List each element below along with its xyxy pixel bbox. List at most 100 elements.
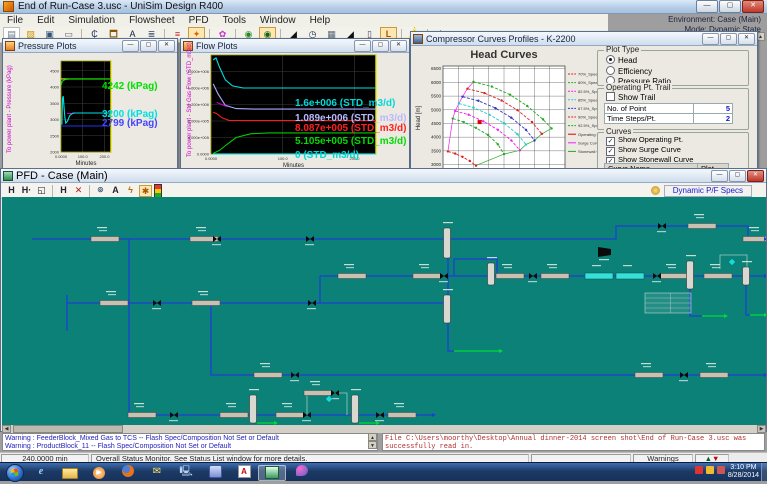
zoom-icon[interactable]: ⌾ (94, 185, 107, 197)
windows-taskbar[interactable]: e ▶ ✉ 🖳 A 3:10 PM 8/28/2014 (0, 462, 767, 481)
outlook-icon[interactable]: ✉ (146, 465, 168, 479)
pfd-pipe[interactable] (254, 373, 282, 378)
start-button[interactable] (6, 464, 24, 482)
pfd-vessel[interactable] (444, 295, 451, 323)
break-connection-icon[interactable]: ✕ (72, 185, 85, 197)
move-wheel-icon[interactable]: ✱ (139, 185, 152, 197)
pfd-pipe[interactable] (128, 413, 156, 418)
field-value[interactable]: 2 (693, 113, 733, 124)
media-player-icon[interactable]: ▶ (88, 465, 110, 479)
pfd-pipe[interactable] (276, 413, 304, 418)
field-time-steps-pt-[interactable]: Time Steps/Pt.2 (604, 113, 733, 124)
menu-item-flowsheet[interactable]: Flowsheet (122, 15, 182, 26)
maximize-button[interactable]: ▢ (719, 0, 741, 13)
pfd-pipe[interactable] (338, 274, 366, 279)
paint-icon[interactable] (291, 465, 313, 479)
pfd-pipe[interactable] (660, 274, 688, 279)
pfd-pipe[interactable] (304, 391, 332, 396)
scroll-down-icon[interactable]: ▼ (368, 441, 377, 449)
unisim-taskbar-icon[interactable] (258, 465, 286, 481)
warning-line[interactable]: Warning : FeederBlock_Mixed Gas to TCS -… (5, 435, 367, 443)
scroll-left-icon[interactable]: ◀ (2, 425, 11, 433)
adobe-reader-icon[interactable]: A (233, 465, 255, 479)
pfd-pipe[interactable] (413, 274, 441, 279)
radio-head[interactable]: Head (606, 55, 671, 66)
pfd-pipe[interactable] (91, 237, 119, 242)
close-button[interactable]: ✕ (390, 40, 407, 52)
maximize-button[interactable]: ▢ (720, 33, 737, 45)
pfd-titlebar[interactable]: PFD - Case (Main) — ▢ ✕ (1, 169, 766, 183)
attach-mode-icon[interactable]: H (5, 185, 18, 197)
size-mode-icon[interactable]: ◱ (35, 185, 48, 197)
attach-break-icon[interactable]: H· (20, 185, 33, 197)
close-button[interactable]: ✕ (158, 40, 175, 52)
taskbar-clock[interactable]: 3:10 PM 8/28/2014 (728, 464, 759, 480)
status-warning-list[interactable]: Warning : FeederBlock_Mixed Gas to TCS -… (2, 433, 378, 451)
internet-explorer-icon[interactable]: e (30, 465, 52, 479)
device-manager-icon[interactable]: 🖳 (175, 465, 197, 479)
maximize-button[interactable]: ▢ (140, 40, 157, 52)
pfd-exchanger[interactable] (585, 273, 613, 279)
pressure-plots-window[interactable]: Pressure Plots — ▢ ✕ To power plant - Pr… (2, 38, 178, 171)
status-monitor-icon[interactable] (154, 184, 162, 198)
pfd-pipe[interactable] (700, 373, 728, 378)
tray-update-icon[interactable] (706, 466, 714, 474)
scrollbar-thumb[interactable] (13, 425, 123, 433)
maximize-button[interactable]: ▢ (729, 170, 746, 182)
add-text-icon[interactable]: A (109, 185, 122, 197)
pfd-vessel[interactable] (687, 261, 694, 289)
pfd-pipe[interactable] (704, 274, 732, 279)
minimize-button[interactable]: — (702, 33, 719, 45)
close-button[interactable]: ✕ (747, 170, 764, 182)
pfd-window[interactable]: PFD - Case (Main) — ▢ ✕ H H· ◱ H ✕ ⌾ A ϟ… (0, 168, 767, 432)
firefox-icon[interactable] (117, 465, 139, 479)
close-button[interactable]: ✕ (738, 33, 755, 45)
menu-item-edit[interactable]: Edit (30, 15, 61, 26)
compressor-curves-window[interactable]: Compressor Curves Profiles - K-2200 — ▢ … (410, 31, 758, 171)
flow-plots-window[interactable]: Flow Plots — ▢ ✕ To power plant - Std Ga… (180, 38, 410, 171)
pfd-vessel[interactable] (250, 395, 257, 423)
flow-plots-titlebar[interactable]: Flow Plots — ▢ ✕ (181, 39, 409, 53)
maximize-button[interactable]: ▢ (372, 40, 389, 52)
pfd-pipe[interactable] (100, 301, 128, 306)
menu-item-simulation[interactable]: Simulation (61, 15, 122, 26)
warning-list-scrollbar[interactable]: ▲ ▼ (368, 433, 377, 451)
pfd-horizontal-scrollbar[interactable]: ◀ ▶ (2, 425, 766, 433)
quick-route-icon[interactable]: ϟ (124, 185, 137, 197)
snipping-tool-icon[interactable] (204, 465, 226, 479)
pfd-pipe[interactable] (388, 413, 416, 418)
scroll-right-icon[interactable]: ▶ (757, 425, 766, 433)
pfd-exchanger[interactable] (616, 273, 644, 279)
minimize-button[interactable]: — (711, 170, 728, 182)
close-button[interactable]: ✕ (742, 0, 764, 13)
app-titlebar[interactable]: End of Run-Case 3.usc - UniSim Design R4… (0, 0, 767, 14)
file-explorer-icon[interactable] (59, 465, 81, 479)
minimize-button[interactable]: — (122, 40, 139, 52)
pfd-pipe[interactable] (743, 237, 766, 242)
pfd-vessel[interactable] (488, 263, 495, 285)
system-tray[interactable] (692, 466, 725, 474)
menu-item-help[interactable]: Help (303, 15, 338, 26)
radio-efficiency[interactable]: Efficiency (606, 66, 671, 77)
pfd-canvas[interactable] (2, 197, 766, 425)
warning-line[interactable]: Warning : ProductBlock_11 -- Flash Spec/… (5, 443, 367, 451)
menu-item-pfd[interactable]: PFD (182, 15, 216, 26)
pfd-pipe[interactable] (220, 413, 248, 418)
pfd-vessel[interactable] (444, 228, 451, 258)
minimize-button[interactable]: — (696, 0, 718, 13)
pfd-pipe[interactable] (541, 274, 569, 279)
show-desktop-button[interactable] (761, 463, 767, 481)
pfd-vessel[interactable] (352, 395, 359, 423)
menu-bar[interactable]: FileEditSimulationFlowsheetPFDToolsWindo… (0, 14, 608, 28)
pfd-vessel[interactable] (743, 267, 750, 285)
scroll-up-icon[interactable]: ▲ (368, 433, 377, 441)
head-curves-chart[interactable]: Head CurvesHead [m]300035004000450050005… (413, 46, 598, 170)
pressure-plots-titlebar[interactable]: Pressure Plots — ▢ ✕ (3, 39, 177, 53)
compressor-curves-titlebar[interactable]: Compressor Curves Profiles - K-2200 — ▢ … (411, 32, 757, 46)
menu-item-file[interactable]: File (0, 15, 30, 26)
swap-icon[interactable]: H (57, 185, 70, 197)
menu-item-window[interactable]: Window (253, 15, 303, 26)
pfd-pipe[interactable] (635, 373, 663, 378)
pfd-pipe[interactable] (688, 224, 716, 229)
menu-item-tools[interactable]: Tools (216, 15, 253, 26)
